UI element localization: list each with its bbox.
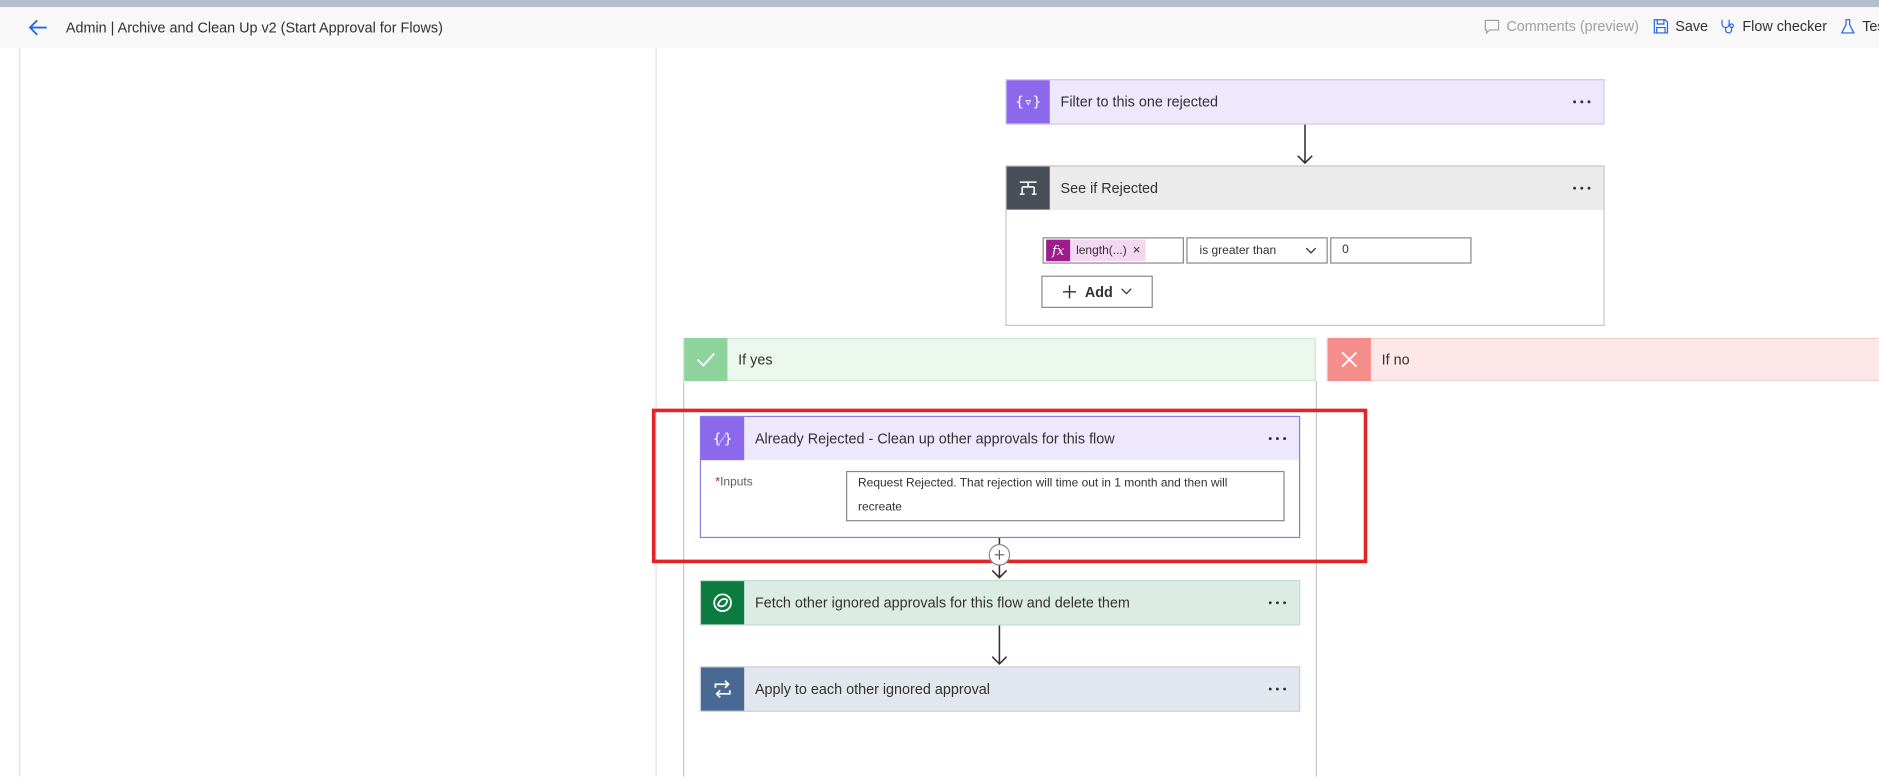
filter-array-icon: {▿}: [1006, 80, 1050, 124]
apply-step-title: Apply to each other ignored approval: [754, 680, 990, 698]
canvas-divider-middle: [655, 47, 657, 777]
loop-icon: [701, 667, 745, 711]
filter-step-title: Filter to this one rejected: [1060, 93, 1219, 111]
add-label: Add: [1084, 283, 1113, 301]
save-icon: [1653, 19, 1669, 34]
compose-icon: {⁄}: [701, 417, 745, 461]
operator-value: is greater than: [1199, 243, 1277, 258]
inputs-label-text: Inputs: [720, 475, 753, 489]
plus-icon: [994, 550, 1005, 560]
more-icon: [1268, 687, 1287, 691]
canvas-divider-left: [19, 47, 21, 777]
token-label: length(...): [1076, 243, 1127, 258]
apply-to-each-card[interactable]: Apply to each other ignored approval: [699, 666, 1301, 712]
condition-step-more-button[interactable]: [1560, 167, 1603, 210]
operator-dropdown[interactable]: is greater than: [1186, 237, 1328, 264]
svg-text:{⁄}: {⁄}: [713, 431, 733, 447]
branch-no-label: If no: [1381, 351, 1410, 368]
compose-step-title: Already Rejected - Clean up other approv…: [754, 430, 1115, 447]
condition-value-input[interactable]: 0: [1330, 237, 1472, 264]
more-icon: [1573, 186, 1591, 190]
command-bar: Admin | Archive and Clean Up v2 (Start A…: [0, 7, 1879, 48]
plus-icon: [1063, 285, 1077, 299]
inputs-label: *Inputs: [715, 476, 752, 489]
comments-button[interactable]: Comments (preview): [1484, 18, 1639, 35]
fetch-step-card[interactable]: Fetch other ignored approvals for this f…: [699, 579, 1301, 626]
more-icon: [1268, 601, 1287, 605]
expression-token[interactable]: fx length(...) ×: [1046, 239, 1146, 262]
insert-step-button[interactable]: [988, 544, 1011, 566]
inputs-field[interactable]: Request Rejected. That rejection will ti…: [846, 470, 1285, 522]
branch-if-yes[interactable]: If yes: [683, 337, 1316, 382]
flow-title: Admin | Archive and Clean Up v2 (Start A…: [65, 19, 443, 36]
connector-arrow: [991, 625, 1008, 665]
condition-left-operand[interactable]: fx length(...) ×: [1042, 237, 1184, 264]
check-icon: [684, 337, 728, 382]
flow-checker-label: Flow checker: [1742, 17, 1828, 35]
apply-step-more-button[interactable]: [1256, 667, 1299, 710]
branch-yes-label: If yes: [738, 351, 773, 368]
flask-icon: [1840, 19, 1855, 34]
svg-text:{▿}: {▿}: [1016, 95, 1040, 111]
fetch-step-title: Fetch other ignored approvals for this f…: [754, 594, 1130, 612]
test-button[interactable]: Test: [1839, 18, 1879, 35]
back-arrow-icon[interactable]: [26, 16, 50, 40]
compose-step-card[interactable]: {⁄} Already Rejected - Clean up other ap…: [699, 415, 1301, 539]
fx-icon: fx: [1046, 239, 1071, 262]
save-label: Save: [1675, 17, 1709, 35]
condition-step-card[interactable]: See if Rejected: [1005, 165, 1605, 211]
top-strip: [0, 0, 1879, 8]
close-icon: [1327, 337, 1371, 382]
fetch-step-more-button[interactable]: [1256, 581, 1299, 624]
chevron-down-icon: [1120, 288, 1132, 295]
condition-step-title: See if Rejected: [1060, 179, 1159, 197]
dataverse-icon: [701, 581, 745, 625]
condition-body: fx length(...) × is greater than 0 Add: [1005, 209, 1605, 326]
connector-arrow: [1297, 124, 1313, 165]
comment-icon: [1484, 19, 1500, 35]
add-condition-button[interactable]: Add: [1041, 275, 1153, 308]
test-label: Test: [1862, 17, 1879, 35]
comments-label: Comments (preview): [1506, 17, 1639, 35]
flow-designer: Admin | Archive and Clean Up v2 (Start A…: [0, 0, 1879, 777]
more-icon: [1573, 100, 1591, 104]
filter-step-more-button[interactable]: [1560, 80, 1603, 123]
flow-checker-button[interactable]: Flow checker: [1720, 18, 1827, 35]
token-remove-icon[interactable]: ×: [1133, 243, 1146, 257]
condition-icon: [1006, 166, 1050, 210]
save-button[interactable]: Save: [1653, 17, 1709, 35]
chevron-down-icon: [1305, 247, 1317, 254]
stethoscope-icon: [1721, 19, 1734, 34]
filter-step-card[interactable]: {▿} Filter to this one rejected: [1005, 79, 1605, 125]
branch-if-no[interactable]: If no: [1326, 337, 1879, 382]
compose-step-more-button[interactable]: [1256, 417, 1299, 460]
more-icon: [1268, 437, 1287, 441]
